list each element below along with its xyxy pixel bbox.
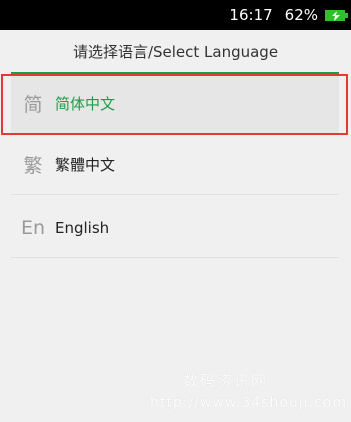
language-option-traditional-chinese[interactable]: 繁 繁體中文 bbox=[11, 135, 339, 195]
page-title: 请选择语言/Select Language bbox=[0, 30, 351, 72]
battery-percent: 62% bbox=[284, 6, 318, 24]
charging-battery-icon bbox=[325, 9, 348, 21]
language-label: 繁體中文 bbox=[55, 156, 116, 174]
language-label: English bbox=[55, 218, 110, 237]
page-title-text: 请选择语言/Select Language bbox=[72, 42, 279, 61]
language-option-simplified-chinese[interactable]: 简 简体中文 bbox=[11, 74, 339, 134]
status-time: 16:17 bbox=[229, 6, 273, 24]
traditional-chinese-icon: 繁 bbox=[23, 155, 43, 177]
language-option-english[interactable]: En English bbox=[11, 198, 339, 258]
status-bar: 16:17 62% bbox=[0, 0, 351, 30]
simplified-chinese-icon: 简 bbox=[23, 94, 43, 116]
watermark-url: http://www.34shouji.com bbox=[150, 395, 347, 411]
watermark-title: 数码资讯网 bbox=[183, 372, 269, 390]
language-label: 简体中文 bbox=[55, 95, 116, 113]
english-icon: En bbox=[20, 216, 46, 239]
